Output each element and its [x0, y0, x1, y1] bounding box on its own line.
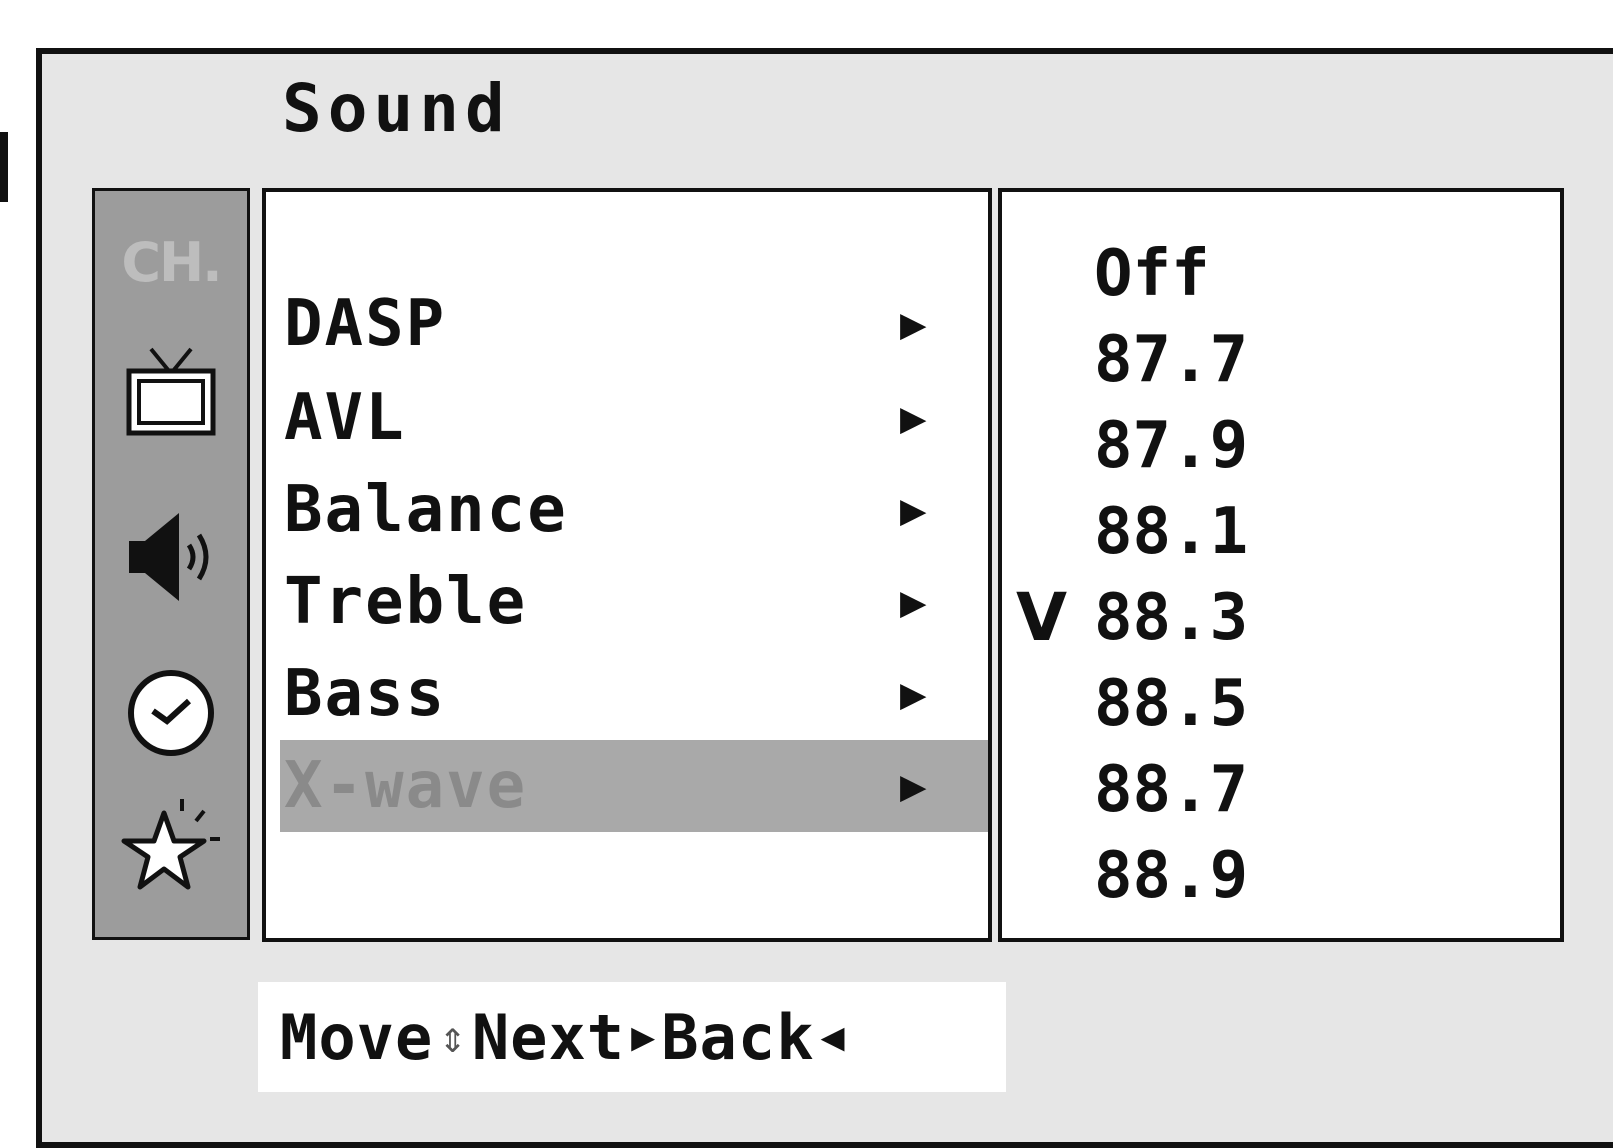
check-mark: V [1016, 579, 1068, 656]
option-88-5[interactable]: 88.5 [1002, 662, 1562, 746]
menu-item-treble[interactable]: Treble ▶ [280, 556, 988, 648]
menu-item-label: DASP [284, 287, 447, 361]
menu-item-balance[interactable]: Balance ▶ [280, 464, 988, 556]
arrow-right-icon: ▶ [631, 1014, 656, 1060]
option-value: 88.9 [1094, 839, 1249, 913]
option-off[interactable]: Off [1002, 232, 1562, 316]
arrow-right-icon: ▶ [900, 484, 927, 536]
menu-item-label: Balance [284, 473, 568, 547]
star-icon[interactable] [95, 793, 247, 897]
menu-item-label: X-wave [284, 749, 528, 823]
help-back-label: Back [661, 1000, 815, 1074]
option-value: 87.7 [1094, 323, 1249, 397]
help-move-label: Move [280, 1000, 434, 1074]
menu-item-x-wave[interactable]: X-wave ▶ [280, 740, 988, 832]
arrow-left-icon: ◀ [820, 1014, 845, 1060]
navigation-help-bar: Move ⇕ Next ▶ Back ◀ [258, 982, 1006, 1092]
edge-mark [0, 132, 8, 202]
arrow-right-icon: ▶ [900, 298, 927, 350]
menu-item-label: AVL [284, 381, 406, 455]
option-88-9[interactable]: 88.9 [1002, 834, 1562, 918]
x-wave-frequency-list: Off 87.7 87.9 88.1 V 88.3 88.5 88.7 88.9 [998, 188, 1564, 942]
option-value: 87.9 [1094, 409, 1249, 483]
arrow-right-icon: ▶ [900, 392, 927, 444]
category-icon-bar: CH. [92, 188, 250, 940]
option-88-1[interactable]: 88.1 [1002, 490, 1562, 574]
speaker-icon[interactable] [95, 505, 247, 609]
menu-item-bass[interactable]: Bass ▶ [280, 648, 988, 740]
option-88-7[interactable]: 88.7 [1002, 748, 1562, 832]
menu-item-label: Bass [284, 657, 447, 731]
option-value: 88.5 [1094, 667, 1249, 741]
option-87-9[interactable]: 87.9 [1002, 404, 1562, 488]
menu-item-dasp[interactable]: DASP ▶ [280, 278, 988, 370]
ch-icon[interactable]: CH. [95, 225, 247, 299]
option-value: Off [1094, 237, 1210, 311]
arrow-right-icon: ▶ [900, 760, 927, 812]
help-next-label: Next [471, 1000, 626, 1074]
option-value: 88.7 [1094, 753, 1249, 827]
option-value: 88.1 [1094, 495, 1249, 569]
clock-icon[interactable] [95, 659, 247, 763]
up-down-arrow-icon: ⇕ [439, 1011, 466, 1063]
sound-menu-list: DASP ▶ AVL ▶ Balance ▶ Treble ▶ Bass ▶ X… [262, 188, 992, 942]
menu-item-avl[interactable]: AVL ▶ [280, 372, 988, 464]
ch-icon-label: CH. [121, 230, 222, 294]
tv-icon[interactable] [95, 341, 247, 445]
menu-title: Sound [282, 70, 511, 147]
arrow-right-icon: ▶ [900, 668, 927, 720]
option-88-3[interactable]: V 88.3 [1002, 576, 1562, 660]
option-value: 88.3 [1094, 581, 1249, 655]
option-87-7[interactable]: 87.7 [1002, 318, 1562, 402]
menu-item-label: Treble [284, 565, 528, 639]
arrow-right-icon: ▶ [900, 576, 927, 628]
